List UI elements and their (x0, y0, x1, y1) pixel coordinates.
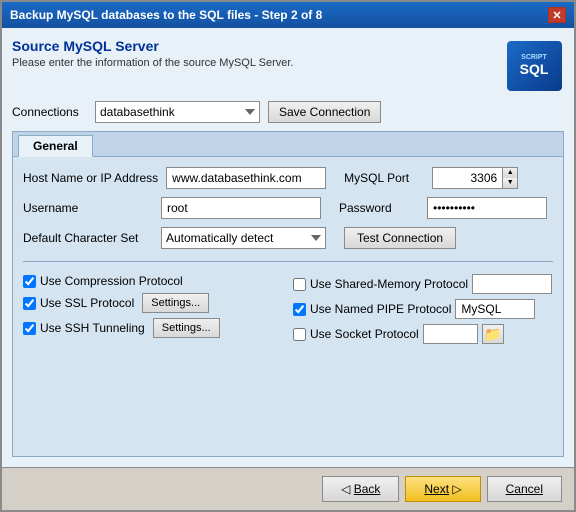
host-row: Host Name or IP Address MySQL Port ▲ ▼ (23, 167, 553, 189)
ssl-label: Use SSL Protocol (40, 296, 134, 310)
port-input-wrap: ▲ ▼ (432, 167, 518, 189)
proto-compression-row: Use Compression Protocol (23, 274, 283, 288)
port-label: MySQL Port (344, 171, 424, 185)
connections-row: Connections databasethink Save Connectio… (12, 101, 564, 123)
socket-checkbox[interactable] (293, 328, 306, 341)
named-pipe-input[interactable] (455, 299, 535, 319)
window-title: Backup MySQL databases to the SQL files … (10, 8, 322, 22)
port-spin-down[interactable]: ▼ (503, 178, 517, 188)
protocols-section: Use Compression Protocol Use SSL Protoco… (23, 274, 553, 344)
password-label: Password (339, 201, 419, 215)
ssh-settings-button[interactable]: Settings... (153, 318, 220, 338)
charset-label: Default Character Set (23, 231, 153, 245)
username-input[interactable] (161, 197, 321, 219)
save-connection-button[interactable]: Save Connection (268, 101, 381, 123)
test-connection-button[interactable]: Test Connection (344, 227, 456, 249)
proto-socket-row: Use Socket Protocol 📁 (293, 324, 553, 344)
close-button[interactable]: ✕ (548, 7, 566, 23)
compression-checkbox[interactable] (23, 275, 36, 288)
ssl-settings-button[interactable]: Settings... (142, 293, 209, 313)
footer-bar: ◁ Back Next ▷ Cancel (2, 467, 574, 510)
cancel-button[interactable]: Cancel (487, 476, 562, 502)
main-window: Backup MySQL databases to the SQL files … (0, 0, 576, 512)
charset-dropdown[interactable]: Automatically detect (161, 227, 326, 249)
tab-bar: General (13, 132, 563, 157)
content-area: Source MySQL Server Please enter the inf… (2, 28, 574, 467)
username-row: Username Password (23, 197, 553, 219)
header-section: Source MySQL Server Please enter the inf… (12, 38, 564, 93)
separator (23, 261, 553, 262)
proto-right-col: Use Shared-Memory Protocol Use Named PIP… (293, 274, 553, 344)
named-pipe-label: Use Named PIPE Protocol (310, 302, 451, 316)
logo-box: SCRIPT SQL (507, 41, 562, 91)
shared-memory-checkbox[interactable] (293, 278, 306, 291)
title-bar: Backup MySQL databases to the SQL files … (2, 2, 574, 28)
port-input[interactable] (432, 167, 502, 189)
compression-label: Use Compression Protocol (40, 274, 183, 288)
ssh-checkbox[interactable] (23, 322, 36, 335)
back-icon: ◁ (341, 482, 354, 496)
connections-label: Connections (12, 105, 87, 119)
proto-pipe-row: Use Named PIPE Protocol (293, 299, 553, 319)
shared-memory-label: Use Shared-Memory Protocol (310, 277, 468, 291)
host-label: Host Name or IP Address (23, 171, 158, 185)
password-input[interactable] (427, 197, 547, 219)
logo-area: SCRIPT SQL (504, 38, 564, 93)
socket-label: Use Socket Protocol (310, 327, 419, 341)
header-text: Source MySQL Server Please enter the inf… (12, 38, 293, 69)
host-input[interactable] (166, 167, 326, 189)
tab-panel: General Host Name or IP Address MySQL Po… (12, 131, 564, 457)
header-title: Source MySQL Server (12, 38, 293, 54)
socket-input[interactable] (423, 324, 478, 344)
logo-script-text: SCRIPT (521, 54, 547, 61)
logo-sql-text: SQL (520, 61, 549, 77)
header-subtitle: Please enter the information of the sour… (12, 57, 293, 69)
socket-folder-button[interactable]: 📁 (482, 324, 504, 344)
charset-row: Default Character Set Automatically dete… (23, 227, 553, 249)
back-button[interactable]: ◁ Back (322, 476, 399, 502)
named-pipe-checkbox[interactable] (293, 303, 306, 316)
proto-shared-row: Use Shared-Memory Protocol (293, 274, 553, 294)
shared-memory-input[interactable] (472, 274, 552, 294)
proto-left-col: Use Compression Protocol Use SSL Protoco… (23, 274, 283, 344)
next-icon: ▷ (449, 482, 462, 496)
ssl-checkbox[interactable] (23, 297, 36, 310)
port-spin-up[interactable]: ▲ (503, 168, 517, 178)
ssh-label: Use SSH Tunneling (40, 321, 145, 335)
username-label: Username (23, 201, 153, 215)
proto-ssh-row: Use SSH Tunneling Settings... (23, 318, 283, 338)
proto-ssl-row: Use SSL Protocol Settings... (23, 293, 283, 313)
tab-content: Host Name or IP Address MySQL Port ▲ ▼ U… (13, 157, 563, 456)
connections-dropdown[interactable]: databasethink (95, 101, 260, 123)
port-spinner: ▲ ▼ (502, 167, 518, 189)
tab-general[interactable]: General (18, 135, 93, 157)
next-button[interactable]: Next ▷ (405, 476, 480, 502)
